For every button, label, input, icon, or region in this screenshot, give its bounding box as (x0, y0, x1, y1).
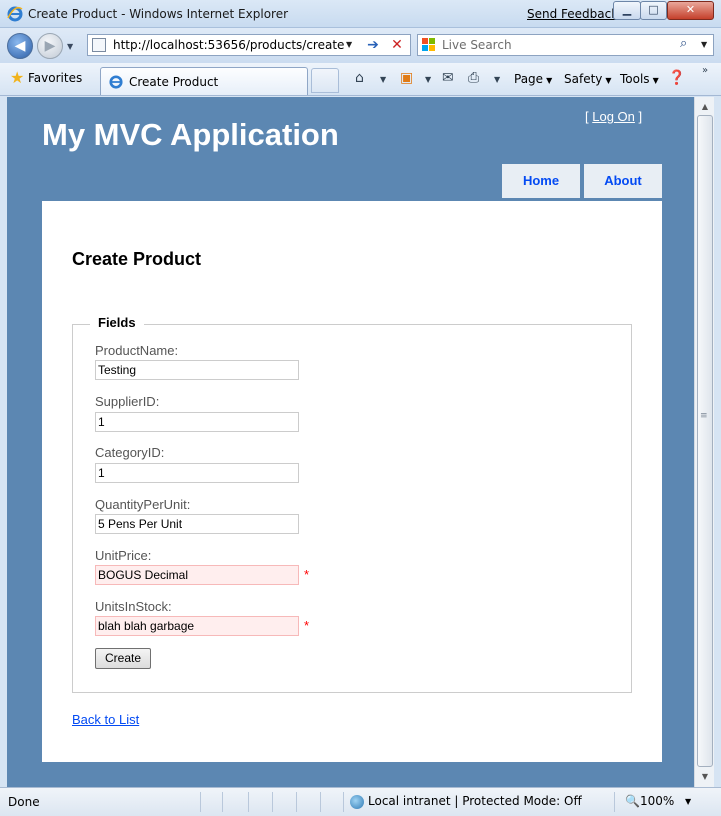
address-field[interactable]: http://localhost:53656/products/create ▼… (87, 34, 411, 56)
chevron-down-icon: ▼ (652, 76, 659, 85)
login-bracket-open: [ (585, 109, 589, 124)
search-field[interactable]: Live Search ⌕ ▼ (417, 34, 714, 56)
quantity-per-unit-input[interactable] (95, 514, 299, 534)
page-menu-label: Page (514, 72, 544, 86)
unit-price-label: UnitPrice: (95, 548, 152, 563)
status-divider (248, 792, 249, 812)
status-text: Done (8, 795, 40, 809)
new-tab-button[interactable] (311, 68, 339, 93)
feeds-icon[interactable]: ▣ (400, 70, 413, 86)
security-zone[interactable]: Local intranet | Protected Mode: Off (350, 794, 582, 809)
close-button[interactable]: ✕ (667, 1, 714, 20)
page-icon (92, 38, 106, 52)
globe-icon (350, 795, 364, 809)
feeds-dropdown-icon[interactable]: ▼ (425, 75, 431, 84)
command-bar: ★ Favorites Create Product ⌂ ▼ ▣ ▼ ✉ ⎙ ▼… (0, 63, 721, 96)
status-divider (296, 792, 297, 812)
help-icon[interactable]: ❓ (668, 70, 685, 86)
menu-tab-home[interactable]: Home (502, 164, 580, 198)
tools-menu[interactable]: Tools ▼ (620, 72, 659, 86)
star-icon: ★ (10, 68, 25, 87)
chevron-down-icon: ▼ (605, 76, 612, 85)
address-toolbar: ◀ ▶ ▼ http://localhost:53656/products/cr… (0, 28, 721, 63)
history-dropdown-icon[interactable]: ▼ (67, 42, 73, 51)
safety-menu-label: Safety (564, 72, 603, 86)
address-dropdown-icon[interactable]: ▼ (346, 40, 352, 49)
tab-create-product[interactable]: Create Product (100, 67, 308, 95)
status-divider (320, 792, 321, 812)
forward-button[interactable]: ▶ (37, 33, 63, 59)
stop-icon[interactable]: ✕ (386, 36, 408, 54)
safety-menu[interactable]: Safety ▼ (564, 72, 612, 86)
menu-tab-about[interactable]: About (584, 164, 662, 198)
status-divider (222, 792, 223, 812)
minimize-button[interactable]: ▁ (613, 1, 641, 20)
unit-price-input[interactable] (95, 565, 299, 585)
maximize-button[interactable]: □ (640, 1, 667, 20)
login-bracket-close: ] (638, 109, 643, 124)
vertical-scrollbar[interactable]: ▲ ≡ ▼ (694, 97, 714, 787)
more-commands-icon[interactable]: » (702, 65, 708, 76)
page-viewport: [ Log On ] My MVC Application Home About… (7, 97, 694, 787)
units-in-stock-input[interactable] (95, 616, 299, 636)
mail-icon[interactable]: ✉ (442, 70, 454, 86)
scroll-down-icon[interactable]: ▼ (697, 769, 713, 785)
log-on-link[interactable]: Log On (592, 109, 635, 124)
category-id-label: CategoryID: (95, 445, 165, 460)
chevron-down-icon: ▼ (546, 76, 553, 85)
window-title: Create Product - Windows Internet Explor… (28, 7, 289, 21)
unit-price-error-marker: * (304, 567, 310, 582)
print-dropdown-icon[interactable]: ▼ (494, 75, 500, 84)
home-icon[interactable]: ⌂ (355, 70, 364, 86)
arrow-right-icon: ▶ (44, 38, 56, 54)
tab-label: Create Product (129, 75, 219, 89)
scrollbar-thumb[interactable] (697, 115, 713, 767)
product-name-label: ProductName: (95, 343, 179, 358)
status-divider (343, 792, 344, 812)
status-bar: Done Local intranet | Protected Mode: Of… (0, 787, 721, 816)
quantity-per-unit-label: QuantityPerUnit: (95, 497, 191, 512)
product-name-input[interactable] (95, 360, 299, 380)
create-button[interactable]: Create (95, 648, 151, 669)
fieldset-legend: Fields (90, 315, 144, 330)
category-id-input[interactable] (95, 463, 299, 483)
main-content: Create Product Fields ProductName: Suppl… (42, 201, 662, 762)
site-title: My MVC Application (42, 117, 339, 152)
search-dropdown-icon[interactable]: ▼ (701, 40, 707, 49)
window-titlebar: Create Product - Windows Internet Explor… (0, 0, 721, 28)
home-dropdown-icon[interactable]: ▼ (380, 75, 386, 84)
supplier-id-input[interactable] (95, 412, 299, 432)
internet-explorer-icon (7, 6, 23, 22)
search-placeholder[interactable]: Live Search (442, 38, 512, 52)
units-in-stock-label: UnitsInStock: (95, 599, 172, 614)
scroll-up-icon[interactable]: ▲ (697, 99, 713, 115)
search-icon[interactable]: ⌕ (680, 36, 687, 51)
status-divider (272, 792, 273, 812)
go-arrow-icon[interactable]: ➔ (362, 36, 384, 54)
security-zone-label: Local intranet | Protected Mode: Off (368, 794, 582, 808)
back-button[interactable]: ◀ (7, 33, 33, 59)
status-divider (614, 792, 615, 812)
back-to-list-link[interactable]: Back to List (72, 712, 139, 727)
print-icon[interactable]: ⎙ (468, 70, 479, 86)
arrow-left-icon: ◀ (14, 38, 26, 54)
favorites-button[interactable]: ★ Favorites (8, 69, 82, 91)
status-divider (200, 792, 201, 812)
tools-menu-label: Tools (620, 72, 650, 86)
internet-explorer-icon (109, 75, 123, 89)
send-feedback-link[interactable]: Send Feedback (527, 7, 618, 21)
live-search-logo-icon (422, 38, 436, 52)
page-heading: Create Product (72, 249, 202, 269)
zoom-dropdown-icon[interactable]: ▼ (685, 797, 691, 806)
units-in-stock-error-marker: * (304, 618, 310, 633)
zoom-level[interactable]: 🔍100% (625, 794, 674, 808)
supplier-id-label: SupplierID: (95, 394, 160, 409)
url-text[interactable]: http://localhost:53656/products/create (113, 38, 344, 52)
login-display: [ Log On ] (585, 109, 642, 124)
zoom-label: 100% (639, 794, 675, 808)
favorites-label: Favorites (28, 71, 83, 85)
page-menu[interactable]: Page ▼ (514, 72, 552, 86)
grip-icon: ≡ (700, 411, 708, 421)
